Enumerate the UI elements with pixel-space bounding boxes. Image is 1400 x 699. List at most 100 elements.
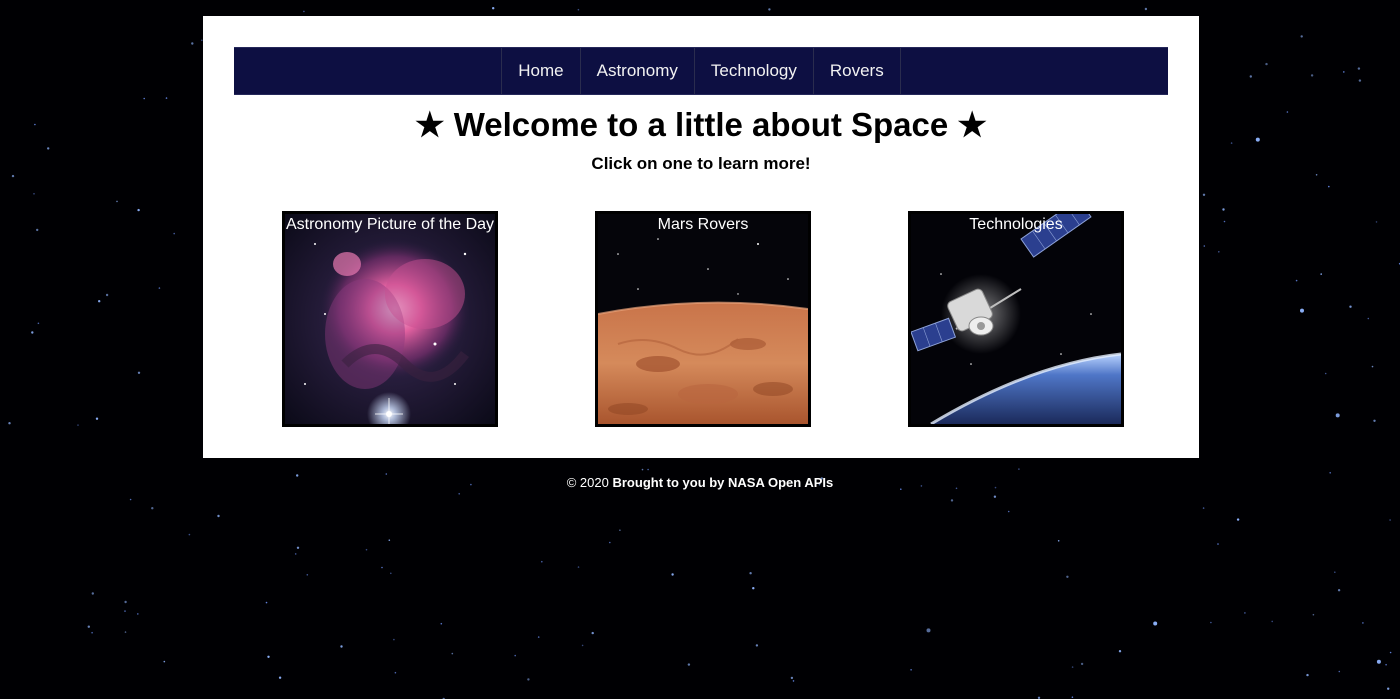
footer-copyright: © 2020 (566, 475, 609, 490)
star (1057, 540, 1060, 542)
star (98, 300, 101, 303)
star (1071, 666, 1074, 668)
star (151, 507, 154, 510)
star (1286, 111, 1289, 113)
star (1071, 696, 1074, 698)
star (143, 97, 145, 100)
star (1371, 365, 1374, 368)
star (306, 574, 309, 576)
navbar: Home Astronomy Technology Rovers (234, 47, 1168, 95)
mars-image (598, 214, 808, 424)
star (619, 529, 621, 531)
star (137, 371, 141, 374)
star (458, 493, 461, 495)
star (1203, 245, 1206, 247)
footer: © 2020 Brought to you by NASA Open APIs (0, 475, 1400, 490)
star (267, 655, 270, 658)
star (577, 8, 580, 11)
star (278, 676, 282, 679)
star (124, 600, 127, 604)
star (87, 625, 91, 628)
nav-astronomy[interactable]: Astronomy (579, 48, 694, 94)
star (1329, 472, 1331, 474)
nav-technology[interactable]: Technology (693, 48, 813, 94)
star (581, 644, 584, 647)
star (492, 7, 495, 10)
star (1315, 174, 1318, 176)
star (1375, 221, 1378, 223)
star (340, 645, 343, 648)
star (1217, 543, 1219, 545)
star (910, 669, 912, 671)
star (1334, 571, 1336, 573)
star (1337, 589, 1341, 592)
star (1385, 663, 1387, 666)
star (514, 654, 516, 657)
star (303, 10, 305, 13)
star (33, 193, 35, 195)
star (8, 422, 11, 425)
nav-home[interactable]: Home (501, 48, 579, 94)
star (1202, 507, 1205, 509)
star (1255, 137, 1260, 142)
star (217, 514, 220, 518)
card-astronomy-picture[interactable]: Astronomy Picture of the Day (282, 211, 498, 427)
star (577, 566, 580, 568)
star (95, 417, 99, 420)
star (950, 499, 954, 502)
star (265, 601, 268, 604)
card-label: Astronomy Picture of the Day (285, 216, 495, 233)
star (137, 613, 139, 615)
star (37, 322, 40, 325)
star (993, 495, 997, 498)
star (34, 123, 36, 126)
star (31, 331, 34, 334)
star (393, 638, 395, 641)
star (1349, 305, 1352, 308)
star (1312, 613, 1315, 616)
star (1324, 372, 1327, 375)
star (1118, 650, 1122, 653)
star (381, 566, 383, 569)
star (47, 147, 50, 150)
star (91, 631, 93, 634)
star (191, 42, 194, 45)
star (768, 8, 771, 11)
star (1310, 74, 1314, 77)
star (163, 660, 166, 663)
star (1300, 308, 1304, 313)
star (1244, 612, 1246, 614)
nav-rovers[interactable]: Rovers (812, 48, 901, 94)
star (158, 287, 161, 289)
star (1249, 75, 1253, 78)
star (541, 560, 543, 563)
card-label: Mars Rovers (657, 216, 749, 233)
nebula-image (285, 214, 495, 424)
star (1343, 71, 1345, 73)
star (1223, 220, 1226, 223)
card-mars-rovers[interactable]: Mars Rovers (595, 211, 811, 427)
star (537, 636, 540, 638)
star (1300, 35, 1303, 38)
star (388, 539, 391, 541)
star (137, 208, 140, 212)
star (365, 548, 368, 551)
star (1306, 673, 1309, 677)
star (451, 652, 454, 655)
star (1144, 7, 1148, 11)
star (749, 572, 752, 575)
page-subtitle: Click on one to learn more! (591, 154, 811, 173)
star (647, 468, 649, 471)
star (755, 644, 759, 647)
card-technologies[interactable]: Technologies (908, 211, 1124, 427)
star (926, 628, 931, 633)
star (1376, 659, 1381, 664)
star (1338, 670, 1341, 673)
star (1389, 651, 1392, 654)
star (173, 232, 175, 235)
star (188, 533, 191, 536)
star (790, 676, 794, 680)
star (165, 97, 168, 99)
star (116, 200, 118, 203)
star (1236, 518, 1240, 521)
